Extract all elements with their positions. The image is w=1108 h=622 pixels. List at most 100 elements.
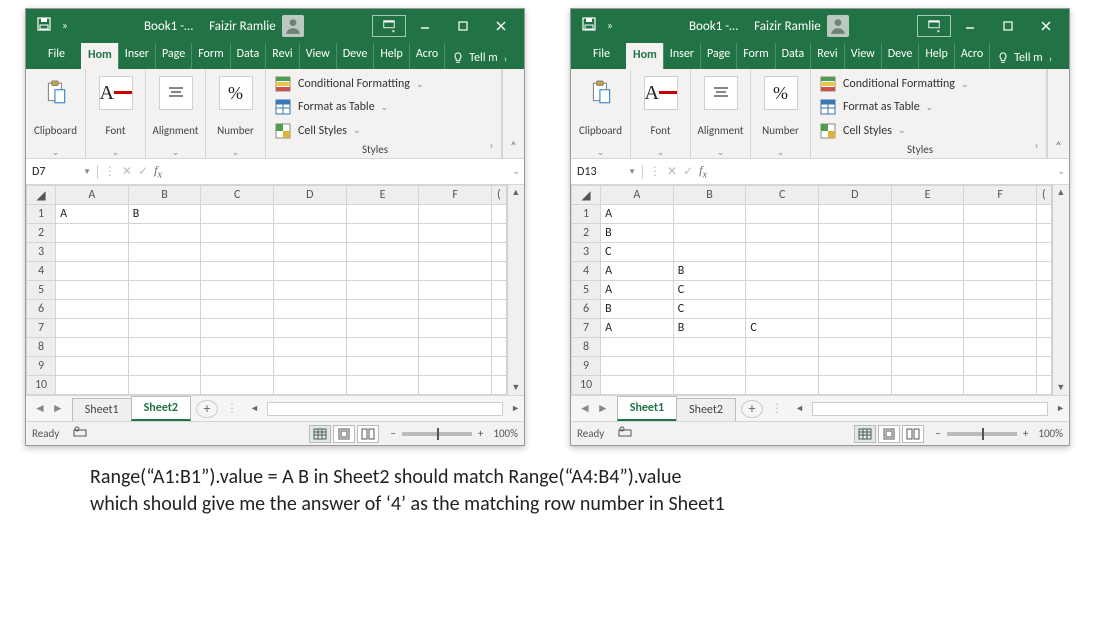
- cell-D9[interactable]: [819, 357, 892, 376]
- row-header-10[interactable]: 10: [27, 376, 56, 395]
- cell-A1[interactable]: A: [601, 205, 674, 224]
- enter-formula-icon[interactable]: ✓: [138, 164, 148, 179]
- tab-help[interactable]: Help: [918, 43, 954, 69]
- cell-A10[interactable]: [56, 376, 129, 395]
- number-icon[interactable]: %: [219, 75, 253, 111]
- chevron-down-icon[interactable]: ⌄: [52, 150, 60, 156]
- horizontal-scrollbar[interactable]: ◄►: [791, 402, 1069, 416]
- select-all-corner[interactable]: ◢: [572, 186, 601, 205]
- ribbon-display-options-icon[interactable]: [372, 15, 406, 37]
- number-icon[interactable]: %: [764, 75, 798, 111]
- tab-view[interactable]: View: [299, 43, 336, 69]
- save-icon[interactable]: [36, 16, 52, 36]
- alignment-icon[interactable]: [704, 75, 738, 111]
- zoom-slider[interactable]: −+100%: [390, 427, 518, 440]
- cell-F5[interactable]: [419, 281, 492, 300]
- cell-E5[interactable]: [891, 281, 964, 300]
- cell-B5[interactable]: C: [673, 281, 746, 300]
- macro-record-icon[interactable]: [73, 426, 87, 441]
- cell-E5[interactable]: [346, 281, 419, 300]
- cell-C5[interactable]: [201, 281, 274, 300]
- chevron-down-icon[interactable]: ⌄: [777, 150, 785, 156]
- cell-D2[interactable]: [819, 224, 892, 243]
- cell-F4[interactable]: [419, 262, 492, 281]
- sheet-nav-prev-icon[interactable]: ◄: [34, 401, 46, 416]
- cell-F6[interactable]: [964, 300, 1037, 319]
- col-header-F[interactable]: F: [419, 186, 492, 205]
- tab-revi[interactable]: Revi: [265, 43, 298, 69]
- cell-D1[interactable]: [819, 205, 892, 224]
- cell-F7[interactable]: [964, 319, 1037, 338]
- cell-D6[interactable]: [274, 300, 347, 319]
- cell-C1[interactable]: [201, 205, 274, 224]
- cell-F4[interactable]: [964, 262, 1037, 281]
- cell-E2[interactable]: [346, 224, 419, 243]
- cell-A5[interactable]: [56, 281, 129, 300]
- cell-B8[interactable]: [673, 338, 746, 357]
- cell-A7[interactable]: [56, 319, 129, 338]
- cell-A3[interactable]: C: [601, 243, 674, 262]
- cancel-formula-icon[interactable]: ✕: [122, 164, 132, 179]
- cell-D5[interactable]: [274, 281, 347, 300]
- cell-F6[interactable]: [419, 300, 492, 319]
- cell-F10[interactable]: [964, 376, 1037, 395]
- user-avatar-icon[interactable]: [827, 15, 849, 37]
- tab-file[interactable]: File: [32, 43, 81, 69]
- sheet-tab-sheet2[interactable]: Sheet2: [676, 398, 736, 421]
- cell-B3[interactable]: [128, 243, 201, 262]
- cell-B10[interactable]: [673, 376, 746, 395]
- name-box[interactable]: D13▼: [571, 165, 643, 179]
- enter-formula-icon[interactable]: ✓: [683, 164, 693, 179]
- cancel-formula-icon[interactable]: ✕: [667, 164, 677, 179]
- tab-hom[interactable]: Hom: [626, 43, 663, 69]
- cell-A4[interactable]: [56, 262, 129, 281]
- ribbon-overflow[interactable]: ›: [1027, 69, 1047, 158]
- tab-form[interactable]: Form: [191, 43, 229, 69]
- cell-A9[interactable]: [56, 357, 129, 376]
- row-header-7[interactable]: 7: [572, 319, 601, 338]
- conditional-formatting-button[interactable]: Conditional Formatting⌄: [274, 73, 476, 95]
- cell-D7[interactable]: [819, 319, 892, 338]
- close-button[interactable]: [482, 9, 520, 43]
- col-header-B[interactable]: B: [128, 186, 201, 205]
- cell-F9[interactable]: [964, 357, 1037, 376]
- format-as-table-button[interactable]: Format as Table⌄: [274, 96, 476, 118]
- row-header-9[interactable]: 9: [27, 357, 56, 376]
- select-all-corner[interactable]: ◢: [27, 186, 56, 205]
- cell-E9[interactable]: [891, 357, 964, 376]
- cell-D6[interactable]: [819, 300, 892, 319]
- chevron-down-icon[interactable]: ⌄: [172, 150, 180, 156]
- row-header-5[interactable]: 5: [27, 281, 56, 300]
- cell-D8[interactable]: [819, 338, 892, 357]
- chevron-down-icon[interactable]: ⌄: [717, 150, 725, 156]
- new-sheet-button[interactable]: +: [196, 400, 218, 418]
- cell-B9[interactable]: [673, 357, 746, 376]
- cell-E6[interactable]: [891, 300, 964, 319]
- minimize-button[interactable]: [951, 9, 989, 43]
- col-header-C[interactable]: C: [201, 186, 274, 205]
- cell-D2[interactable]: [274, 224, 347, 243]
- conditional-formatting-button[interactable]: Conditional Formatting⌄: [819, 73, 1021, 95]
- cell-E3[interactable]: [891, 243, 964, 262]
- cell-F1[interactable]: [419, 205, 492, 224]
- col-header-B[interactable]: B: [673, 186, 746, 205]
- font-icon[interactable]: A: [99, 75, 133, 111]
- zoom-slider[interactable]: −+100%: [935, 427, 1063, 440]
- cell-A6[interactable]: B: [601, 300, 674, 319]
- new-sheet-button[interactable]: +: [741, 400, 763, 418]
- cell-A8[interactable]: [601, 338, 674, 357]
- qat-more-icon[interactable]: »: [607, 23, 615, 29]
- cell-C2[interactable]: [746, 224, 819, 243]
- formula-expand-icon[interactable]: ⌄: [1053, 166, 1069, 177]
- cell-A1[interactable]: A: [56, 205, 129, 224]
- row-header-3[interactable]: 3: [572, 243, 601, 262]
- cell-A8[interactable]: [56, 338, 129, 357]
- cell-E1[interactable]: [346, 205, 419, 224]
- maximize-button[interactable]: [444, 9, 482, 43]
- ribbon-display-options-icon[interactable]: [917, 15, 951, 37]
- cell-E6[interactable]: [346, 300, 419, 319]
- cell-A9[interactable]: [601, 357, 674, 376]
- vertical-scrollbar[interactable]: ▲▼: [1052, 185, 1069, 395]
- cell-C9[interactable]: [746, 357, 819, 376]
- cell-F1[interactable]: [964, 205, 1037, 224]
